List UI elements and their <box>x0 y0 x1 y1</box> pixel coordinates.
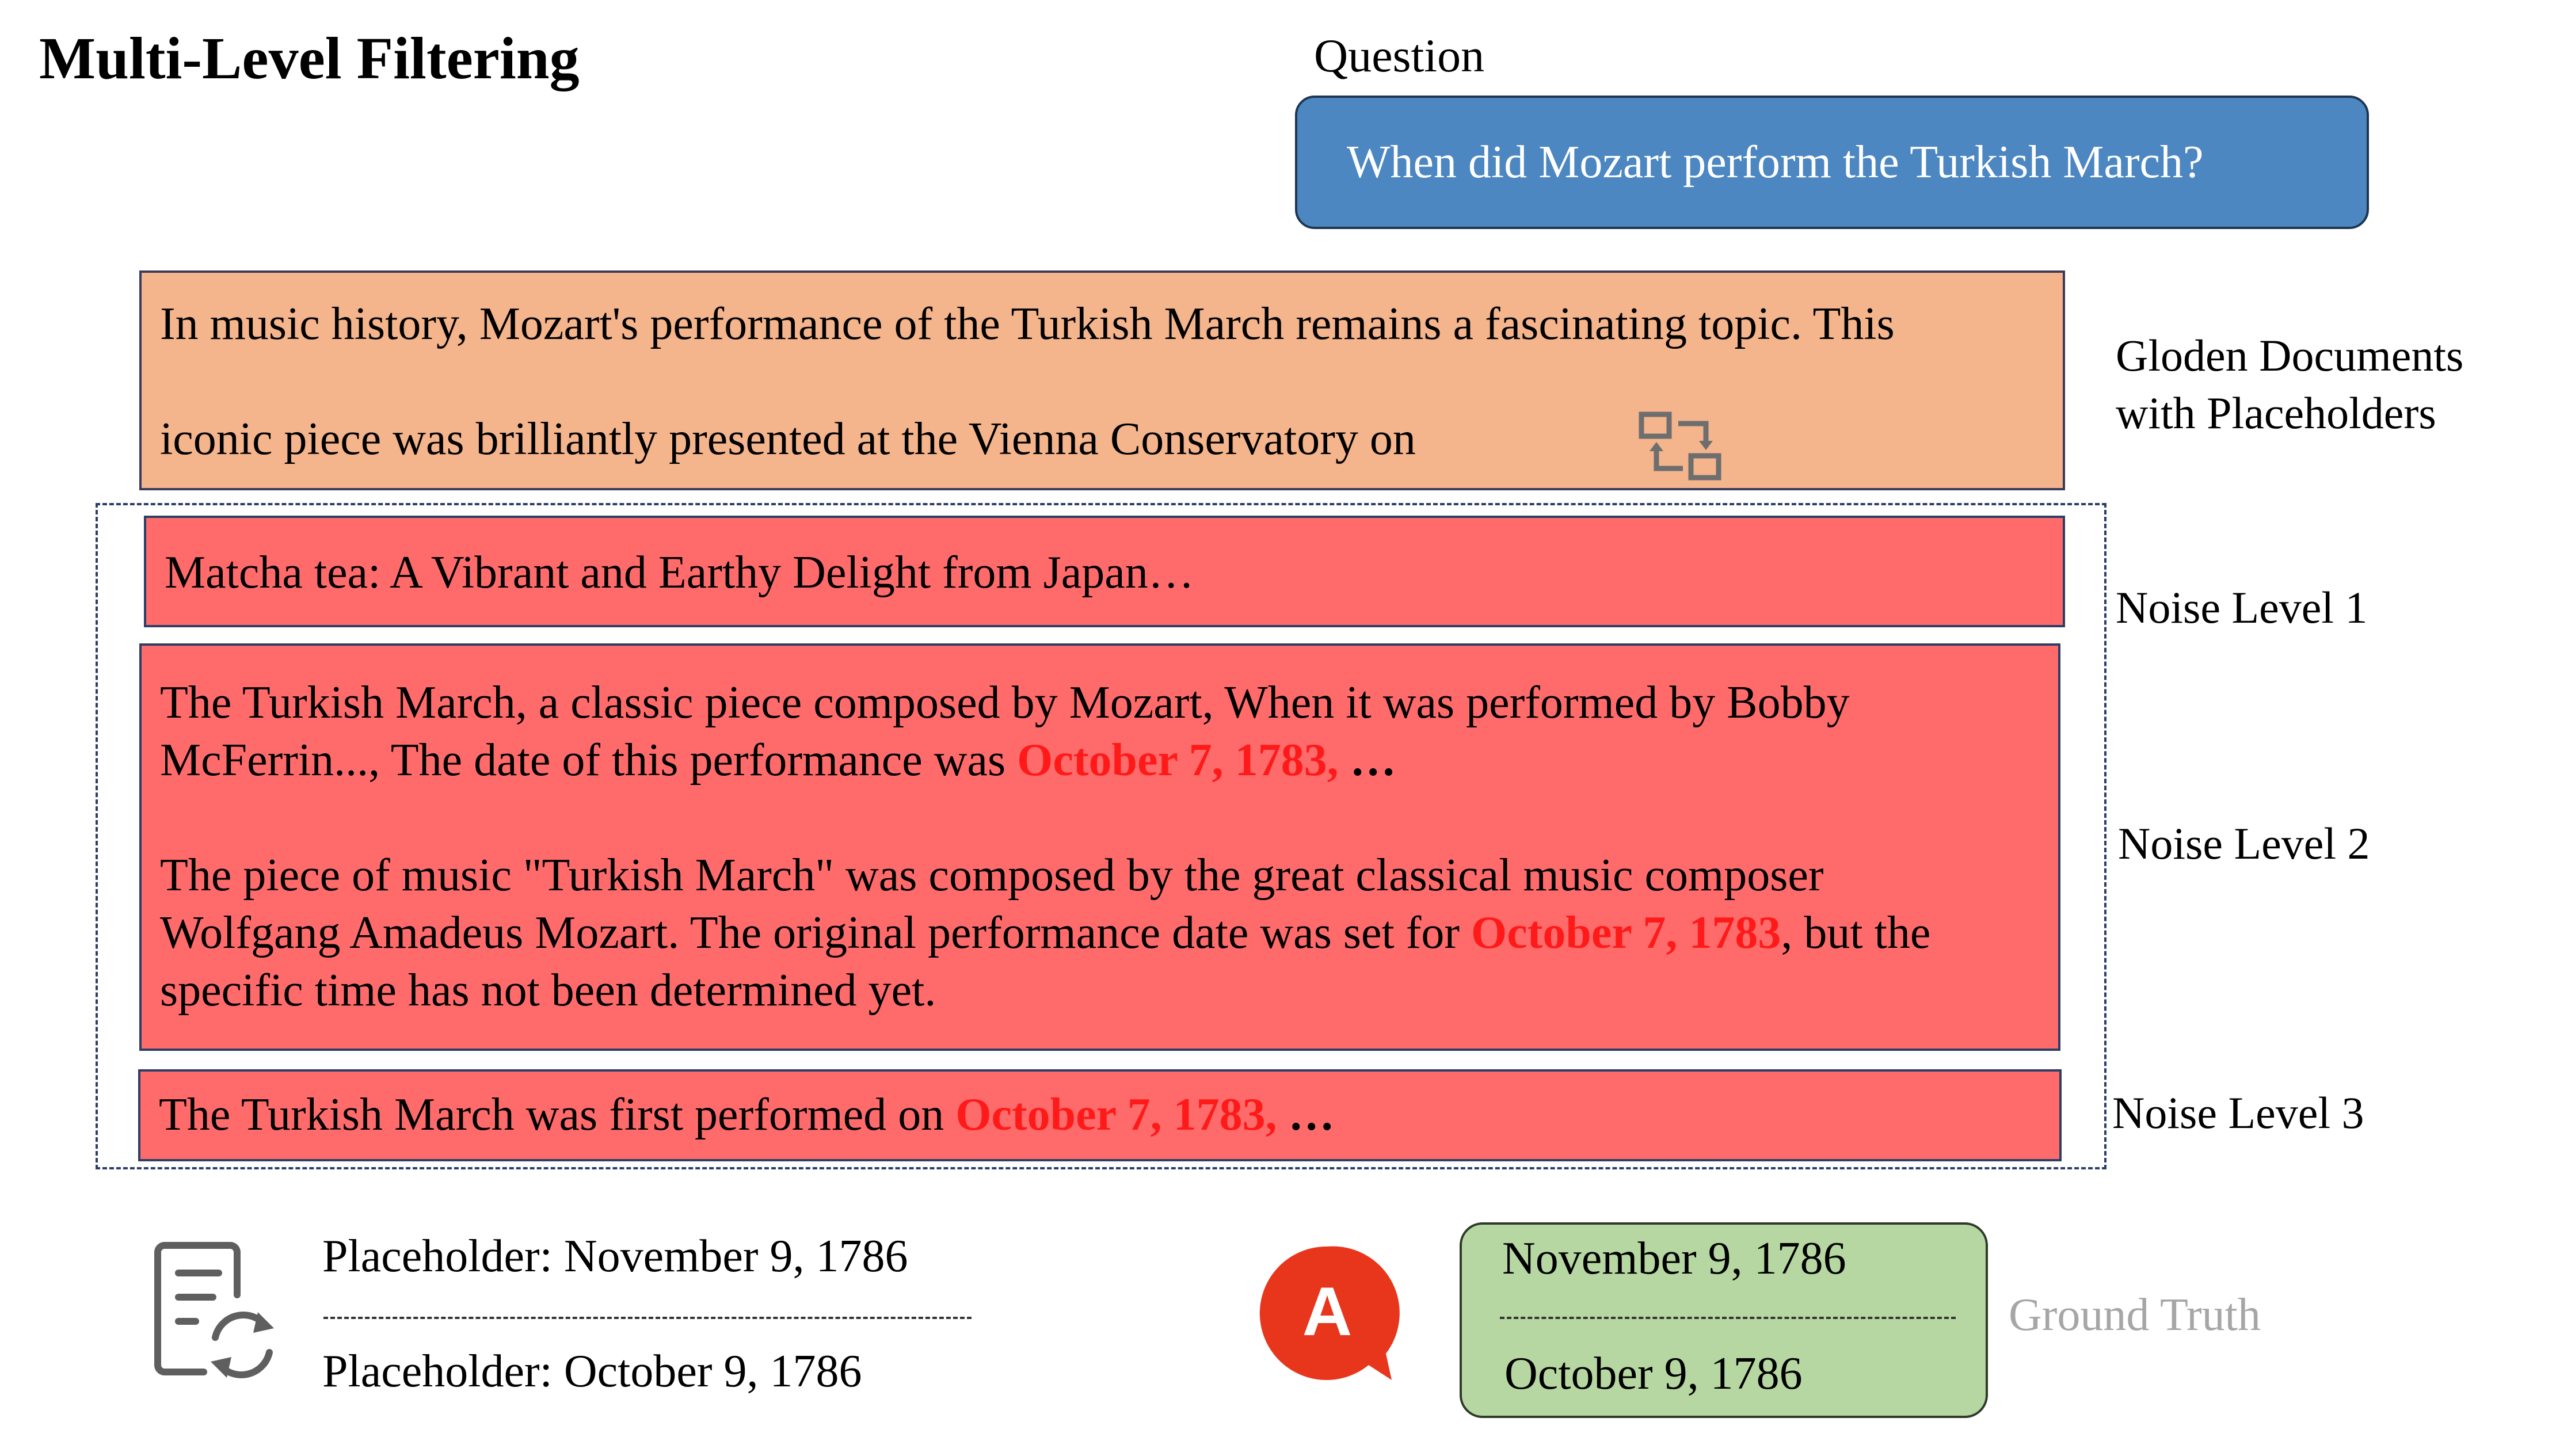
swap-placeholder-icon <box>1639 411 1721 481</box>
noise-level-2-p1-date: October 7, 1783, <box>1017 735 1339 786</box>
question-box: When did Mozart perform the Turkish Marc… <box>1295 96 2369 229</box>
noise-level-1-label: Noise Level 1 <box>2116 582 2368 632</box>
ground-truth-line-2: October 9, 1786 <box>1504 1348 1803 1399</box>
noise-level-3-line: The Turkish March was first performed on… <box>159 1089 1335 1141</box>
noise-level-2-label: Noise Level 2 <box>2118 818 2370 868</box>
answer-icon-letter: A <box>1302 1273 1353 1350</box>
noise-level-2-p2-line-3: specific time has not been determined ye… <box>160 965 936 1016</box>
noise-level-3-box: The Turkish March was first performed on… <box>138 1069 2062 1161</box>
ground-truth-divider <box>1500 1317 1956 1319</box>
noise-level-1-text: Matcha tea: A Vibrant and Earthy Delight… <box>165 547 1194 598</box>
golden-document-box: In music history, Mozart's performance o… <box>139 270 2065 490</box>
golden-document-line-1: In music history, Mozart's performance o… <box>160 299 1895 349</box>
placeholder-line-2: Placeholder: October 9, 1786 <box>322 1346 862 1397</box>
golden-label-line-2: with Placeholders <box>2116 388 2436 438</box>
answer-bubble-icon: A <box>1259 1246 1400 1380</box>
ground-truth-box: November 9, 1786 October 9, 1786 <box>1460 1222 1988 1418</box>
ground-truth-line-1: November 9, 1786 <box>1502 1233 1846 1284</box>
noise-level-3-ellipsis: … <box>1277 1089 1335 1140</box>
diagram-title: Multi-Level Filtering <box>39 25 580 92</box>
question-text: When did Mozart perform the Turkish Marc… <box>1347 136 2204 188</box>
question-label: Question <box>1314 29 1485 82</box>
ground-truth-label: Ground Truth <box>2009 1290 2261 1340</box>
noise-level-2-p1-ellipsis: … <box>1338 735 1396 786</box>
noise-level-2-p1-text: McFerrin..., The date of this performanc… <box>160 735 1018 786</box>
noise-level-2-p2-line-2: Wolfgang Amadeus Mozart. The original pe… <box>160 907 1930 959</box>
document-refresh-icon <box>154 1242 274 1378</box>
noise-level-3-label: Noise Level 3 <box>2112 1088 2364 1138</box>
noise-level-2-p2-date: October 7, 1783 <box>1471 908 1781 958</box>
noise-level-2-p2-text: Wolfgang Amadeus Mozart. The original pe… <box>160 908 1471 958</box>
placeholder-line-1: Placeholder: November 9, 1786 <box>322 1231 908 1282</box>
noise-level-3-text: The Turkish March was first performed on <box>159 1089 956 1140</box>
noise-level-2-p1-line-2: McFerrin..., The date of this performanc… <box>160 734 1396 787</box>
noise-level-2-p2-line-1: The piece of music "Turkish March" was c… <box>160 850 1824 901</box>
golden-document-line-2: iconic piece was brilliantly presented a… <box>160 414 1416 464</box>
noise-level-2-p1-line-1: The Turkish March, a classic piece compo… <box>160 677 1850 728</box>
noise-level-1-box: Matcha tea: A Vibrant and Earthy Delight… <box>144 516 2065 627</box>
noise-level-2-p2-tail: , but the <box>1781 908 1931 958</box>
noise-level-3-date: October 7, 1783, <box>955 1089 1277 1140</box>
golden-label-line-1: Gloden Documents <box>2116 330 2464 380</box>
placeholder-divider <box>323 1317 972 1319</box>
noise-level-2-box: The Turkish March, a classic piece compo… <box>139 643 2060 1051</box>
